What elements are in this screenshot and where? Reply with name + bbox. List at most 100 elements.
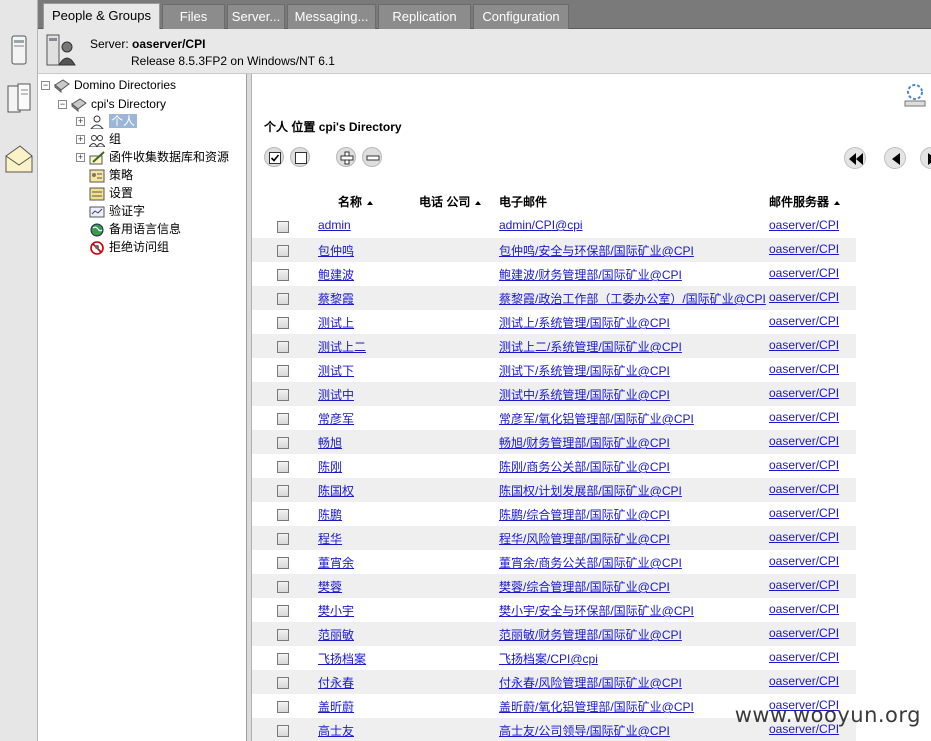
mail-server-link[interactable]: oaserver/CPI: [769, 434, 839, 448]
tree-item-deny-access[interactable]: 拒绝访问组: [89, 238, 169, 256]
person-name-link[interactable]: 包仲鸣: [318, 242, 354, 259]
row-checkbox[interactable]: [277, 293, 289, 305]
mail-server-link[interactable]: oaserver/CPI: [769, 626, 839, 640]
tree-node-cpi-directory[interactable]: − cpi's Directory: [58, 95, 166, 113]
row-checkbox[interactable]: [277, 269, 289, 281]
row-checkbox[interactable]: [277, 389, 289, 401]
email-link[interactable]: 包仲鸣/安全与环保部/国际矿业@CPI: [499, 242, 694, 259]
mail-server-link[interactable]: oaserver/CPI: [769, 674, 839, 688]
mail-server-link[interactable]: oaserver/CPI: [769, 290, 839, 304]
row-checkbox[interactable]: [277, 485, 289, 497]
collapse-all-button[interactable]: [362, 147, 382, 167]
table-row[interactable]: 常彦军 常彦军/氧化铝管理部/国际矿业@CPI oaserver/CPI: [252, 406, 856, 430]
person-name-link[interactable]: admin: [318, 218, 351, 232]
row-checkbox[interactable]: [277, 701, 289, 713]
table-row[interactable]: 樊蓉 樊蓉/综合管理部/国际矿业@CPI oaserver/CPI: [252, 574, 856, 598]
row-checkbox[interactable]: [277, 677, 289, 689]
person-name-link[interactable]: 测试中: [318, 386, 354, 403]
row-checkbox[interactable]: [277, 653, 289, 665]
mail-server-link[interactable]: oaserver/CPI: [769, 218, 839, 232]
table-row[interactable]: 樊小宇 樊小宇/安全与环保部/国际矿业@CPI oaserver/CPI: [252, 598, 856, 622]
mail-server-link[interactable]: oaserver/CPI: [769, 506, 839, 520]
first-page-button[interactable]: [844, 147, 866, 169]
row-checkbox[interactable]: [277, 461, 289, 473]
email-link[interactable]: admin/CPI@cpi: [499, 218, 583, 232]
mail-server-link[interactable]: oaserver/CPI: [769, 650, 839, 664]
person-name-link[interactable]: 董宵余: [318, 554, 354, 571]
collapse-icon[interactable]: −: [58, 100, 67, 110]
column-header-phone-company[interactable]: 电话 公司: [419, 192, 482, 212]
tree-item-alt-language[interactable]: 备用语言信息: [89, 220, 181, 238]
person-name-link[interactable]: 测试上二: [318, 338, 366, 355]
tab-messaging[interactable]: Messaging...: [287, 4, 376, 29]
person-name-link[interactable]: 樊蓉: [318, 578, 342, 595]
row-checkbox[interactable]: [277, 317, 289, 329]
row-checkbox[interactable]: [277, 533, 289, 545]
email-link[interactable]: 鲍建波/财务管理部/国际矿业@CPI: [499, 266, 682, 283]
tree-node-domino-directories[interactable]: − Domino Directories: [41, 76, 176, 94]
row-checkbox[interactable]: [277, 437, 289, 449]
person-name-link[interactable]: 蔡黎霞: [318, 290, 354, 307]
column-header-name[interactable]: 名称: [338, 192, 374, 212]
table-row[interactable]: 付永春 付永春/风险管理部/国际矿业@CPI oaserver/CPI: [252, 670, 856, 694]
person-name-link[interactable]: 高士友: [318, 722, 354, 739]
column-header-email[interactable]: 电子邮件: [499, 192, 547, 212]
person-name-link[interactable]: 盖昕蔚: [318, 698, 354, 715]
email-link[interactable]: 测试中/系统管理/国际矿业@CPI: [499, 386, 670, 403]
row-checkbox[interactable]: [277, 341, 289, 353]
tree-item-policies[interactable]: 策略: [89, 166, 133, 184]
person-name-link[interactable]: 程华: [318, 530, 342, 547]
table-row[interactable]: 畅旭 畅旭/财务管理部/国际矿业@CPI oaserver/CPI: [252, 430, 856, 454]
mail-server-link[interactable]: oaserver/CPI: [769, 266, 839, 280]
row-checkbox[interactable]: [277, 221, 289, 233]
row-checkbox[interactable]: [277, 245, 289, 257]
email-link[interactable]: 测试下/系统管理/国际矿业@CPI: [499, 362, 670, 379]
email-link[interactable]: 测试上二/系统管理/国际矿业@CPI: [499, 338, 682, 355]
refresh-icon[interactable]: [903, 82, 927, 108]
email-link[interactable]: 盖昕蔚/氧化铝管理部/国际矿业@CPI: [499, 698, 694, 715]
table-row[interactable]: 陈刚 陈刚/商务公关部/国际矿业@CPI oaserver/CPI: [252, 454, 856, 478]
email-link[interactable]: 测试上/系统管理/国际矿业@CPI: [499, 314, 670, 331]
person-name-link[interactable]: 飞扬档案: [318, 650, 366, 667]
mail-icon[interactable]: [4, 142, 34, 178]
person-name-link[interactable]: 陈鹏: [318, 506, 342, 523]
email-link[interactable]: 蔡黎霞/政治工作部（工委办公室）/国际矿业@CPI: [499, 290, 766, 307]
email-link[interactable]: 董宵余/商务公关部/国际矿业@CPI: [499, 554, 682, 571]
row-checkbox[interactable]: [277, 365, 289, 377]
person-name-link[interactable]: 付永春: [318, 674, 354, 691]
table-row[interactable]: 包仲鸣 包仲鸣/安全与环保部/国际矿业@CPI oaserver/CPI: [252, 238, 856, 262]
person-name-link[interactable]: 陈国权: [318, 482, 354, 499]
person-name-link[interactable]: 测试上: [318, 314, 354, 331]
row-checkbox[interactable]: [277, 725, 289, 737]
mail-server-link[interactable]: oaserver/CPI: [769, 362, 839, 376]
tab-replication[interactable]: Replication: [378, 4, 471, 29]
expand-icon[interactable]: +: [76, 117, 85, 127]
person-name-link[interactable]: 畅旭: [318, 434, 342, 451]
table-row[interactable]: 测试下 测试下/系统管理/国际矿业@CPI oaserver/CPI: [252, 358, 856, 382]
select-all-button[interactable]: [264, 147, 284, 167]
person-name-link[interactable]: 范丽敏: [318, 626, 354, 643]
email-link[interactable]: 陈国权/计划发展部/国际矿业@CPI: [499, 482, 682, 499]
mail-server-link[interactable]: oaserver/CPI: [769, 530, 839, 544]
row-checkbox[interactable]: [277, 413, 289, 425]
email-link[interactable]: 程华/风险管理部/国际矿业@CPI: [499, 530, 670, 547]
table-row[interactable]: 蔡黎霞 蔡黎霞/政治工作部（工委办公室）/国际矿业@CPI oaserver/CPI: [252, 286, 856, 310]
row-checkbox[interactable]: [277, 557, 289, 569]
email-link[interactable]: 常彦军/氧化铝管理部/国际矿业@CPI: [499, 410, 694, 427]
table-row[interactable]: 陈国权 陈国权/计划发展部/国际矿业@CPI oaserver/CPI: [252, 478, 856, 502]
email-link[interactable]: 范丽敏/财务管理部/国际矿业@CPI: [499, 626, 682, 643]
table-row[interactable]: 测试上 测试上/系统管理/国际矿业@CPI oaserver/CPI: [252, 310, 856, 334]
tree-item-mail-in[interactable]: + 函件收集数据库和资源: [76, 148, 229, 166]
expand-icon[interactable]: +: [76, 153, 85, 163]
mail-server-link[interactable]: oaserver/CPI: [769, 458, 839, 472]
person-name-link[interactable]: 常彦军: [318, 410, 354, 427]
row-checkbox[interactable]: [277, 581, 289, 593]
email-link[interactable]: 陈鹏/综合管理部/国际矿业@CPI: [499, 506, 670, 523]
email-link[interactable]: 高士友/公司领导/国际矿业@CPI: [499, 722, 670, 739]
row-checkbox[interactable]: [277, 629, 289, 641]
mail-server-link[interactable]: oaserver/CPI: [769, 482, 839, 496]
mail-server-link[interactable]: oaserver/CPI: [769, 554, 839, 568]
row-checkbox[interactable]: [277, 509, 289, 521]
deselect-all-button[interactable]: [290, 147, 310, 167]
email-link[interactable]: 樊小宇/安全与环保部/国际矿业@CPI: [499, 602, 694, 619]
